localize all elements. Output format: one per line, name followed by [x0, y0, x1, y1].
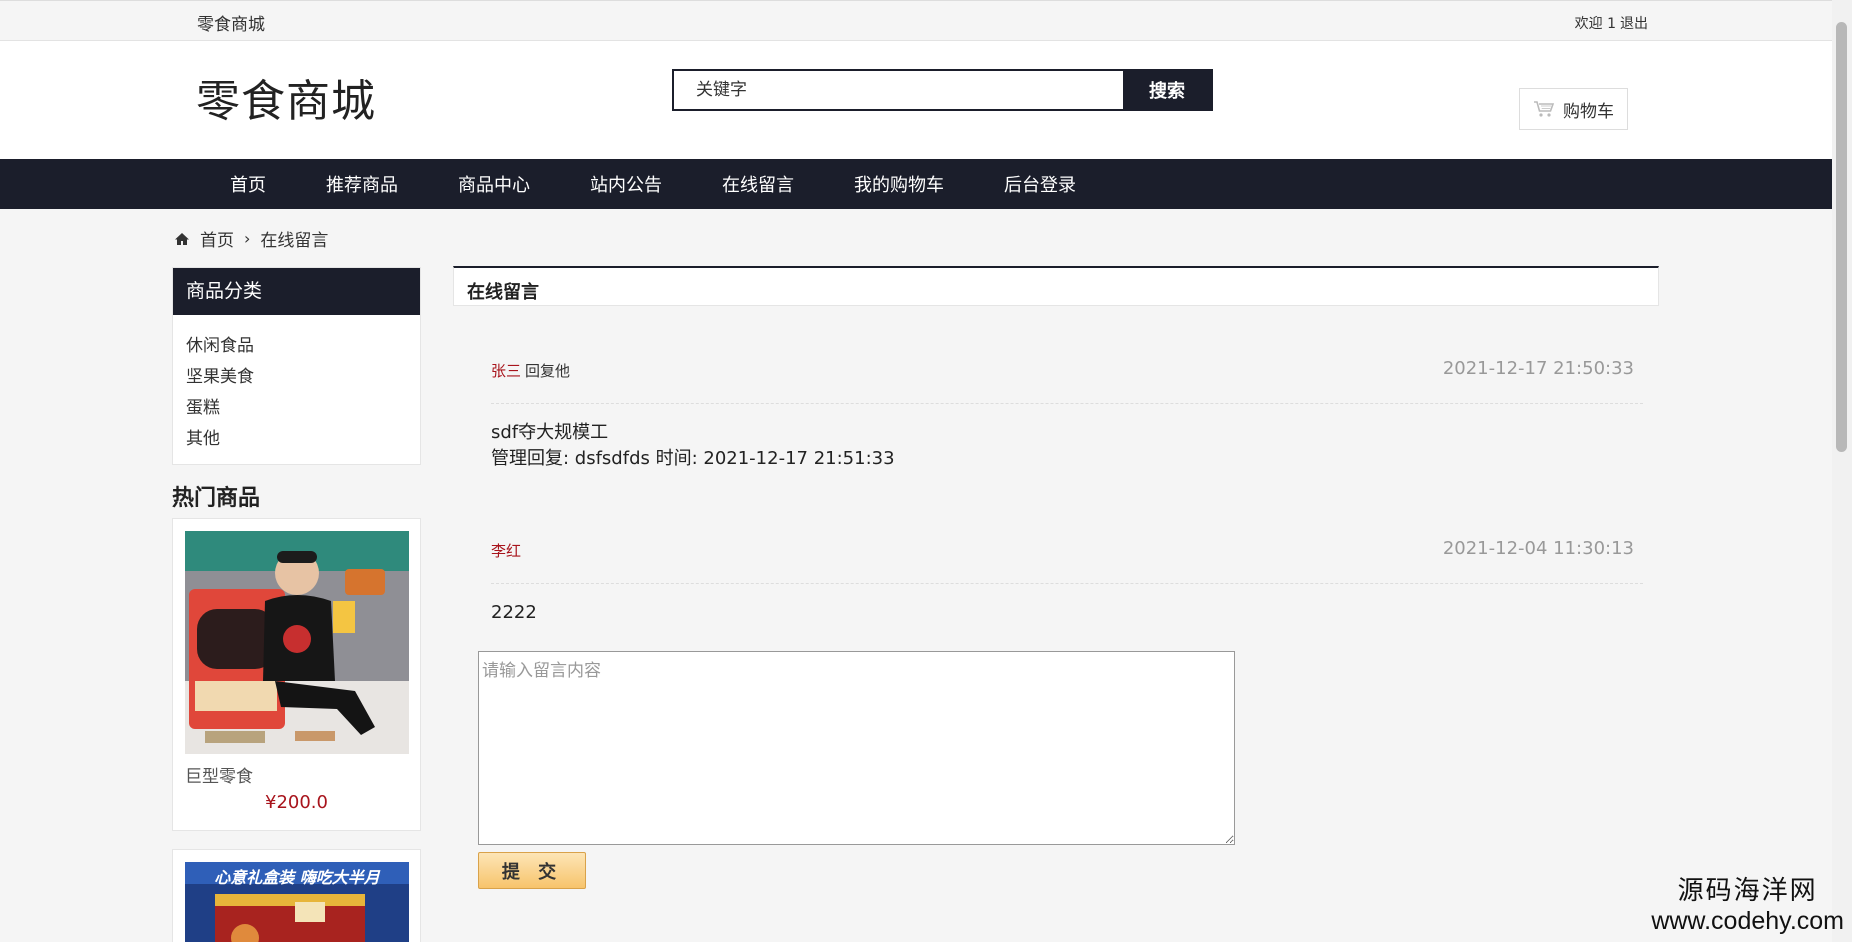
- submit-button[interactable]: 提 交: [478, 852, 586, 889]
- section-title: 在线留言: [467, 282, 539, 303]
- nav-admin-login[interactable]: 后台登录: [974, 171, 1106, 197]
- page-scrollbar[interactable]: [1832, 0, 1852, 942]
- top-site-name: 零食商城: [197, 15, 265, 35]
- hot-products-title: 热门商品: [172, 486, 261, 511]
- watermark-cn: 源码海洋网: [1677, 876, 1818, 906]
- nav-messages[interactable]: 在线留言: [692, 171, 824, 197]
- breadcrumb: 首页 › 在线留言: [174, 226, 328, 251]
- chevron-right-icon: ›: [244, 229, 251, 248]
- welcome-area: 欢迎 1 退出: [1571, 13, 1648, 33]
- message-item: 张三 回复他 2021-12-17 21:50:33 sdf夺大规模工 管理回复:…: [491, 354, 1643, 472]
- product-name[interactable]: 巨型零食: [185, 762, 253, 787]
- nav-recommended[interactable]: 推荐商品: [296, 171, 428, 197]
- category-panel: 商品分类 休闲食品 坚果美食 蛋糕 其他: [172, 267, 421, 465]
- scrollbar-thumb[interactable]: [1836, 22, 1847, 452]
- category-item[interactable]: 其他: [186, 424, 420, 455]
- cart-button[interactable]: 购物车: [1519, 88, 1628, 130]
- product-image[interactable]: [185, 531, 409, 754]
- welcome-text: 欢迎 1: [1574, 16, 1616, 32]
- nav-announcements[interactable]: 站内公告: [560, 171, 692, 197]
- message-time: 2021-12-04 11:30:13: [1442, 538, 1634, 559]
- hot-product-card[interactable]: 心意礼盒装 嗨吃大半月: [172, 849, 421, 942]
- cart-label: 购物车: [1563, 101, 1614, 122]
- message-time: 2021-12-17 21:50:33: [1442, 358, 1634, 379]
- message-textarea[interactable]: [478, 651, 1235, 845]
- search-bar: 搜索: [672, 69, 1213, 111]
- category-item[interactable]: 坚果美食: [186, 362, 420, 393]
- message-content: 2222: [491, 602, 537, 623]
- logout-link[interactable]: 退出: [1620, 16, 1648, 32]
- main-nav: 首页 推荐商品 商品中心 站内公告 在线留言 我的购物车 后台登录: [0, 159, 1832, 209]
- category-title: 商品分类: [173, 268, 420, 315]
- nav-home[interactable]: 首页: [200, 171, 296, 197]
- home-icon: [175, 232, 189, 245]
- nav-products[interactable]: 商品中心: [428, 171, 560, 197]
- message-author: 李红: [491, 542, 522, 560]
- header: 零食商城 搜索 购物车: [0, 41, 1832, 159]
- search-button[interactable]: 搜索: [1123, 71, 1211, 109]
- hot-product-card[interactable]: 巨型零食 ¥200.0: [172, 518, 421, 831]
- section-header: 在线留言: [453, 266, 1659, 306]
- category-item[interactable]: 休闲食品: [186, 331, 420, 362]
- reply-link[interactable]: 回复他: [525, 362, 570, 380]
- shopping-cart-icon: [1534, 101, 1555, 117]
- message-item: 李红 2021-12-04 11:30:13 2222: [491, 534, 1643, 626]
- site-logo[interactable]: 零食商城: [196, 65, 376, 129]
- message-author: 张三: [491, 362, 522, 380]
- watermark: 源码海洋网 www.codehy.com: [1651, 870, 1844, 936]
- breadcrumb-current: 在线留言: [260, 231, 329, 251]
- nav-my-cart[interactable]: 我的购物车: [824, 171, 974, 197]
- watermark-en: www.codehy.com: [1651, 907, 1844, 935]
- message-content: sdf夺大规模工: [491, 422, 609, 443]
- message-author-area: 张三 回复他: [491, 360, 570, 381]
- top-bar: 零食商城 欢迎 1 退出: [0, 0, 1832, 41]
- product-price: ¥200.0: [265, 792, 328, 813]
- product-image[interactable]: 心意礼盒装 嗨吃大半月: [185, 862, 409, 942]
- breadcrumb-home[interactable]: 首页: [200, 226, 234, 251]
- admin-reply: 管理回复: dsfsdfds 时间: 2021-12-17 21:51:33: [491, 448, 895, 469]
- product-banner-text: 心意礼盒装 嗨吃大半月: [214, 868, 380, 887]
- category-item[interactable]: 蛋糕: [186, 393, 420, 424]
- search-input[interactable]: [674, 71, 1123, 109]
- message-author-area: 李红: [491, 540, 521, 561]
